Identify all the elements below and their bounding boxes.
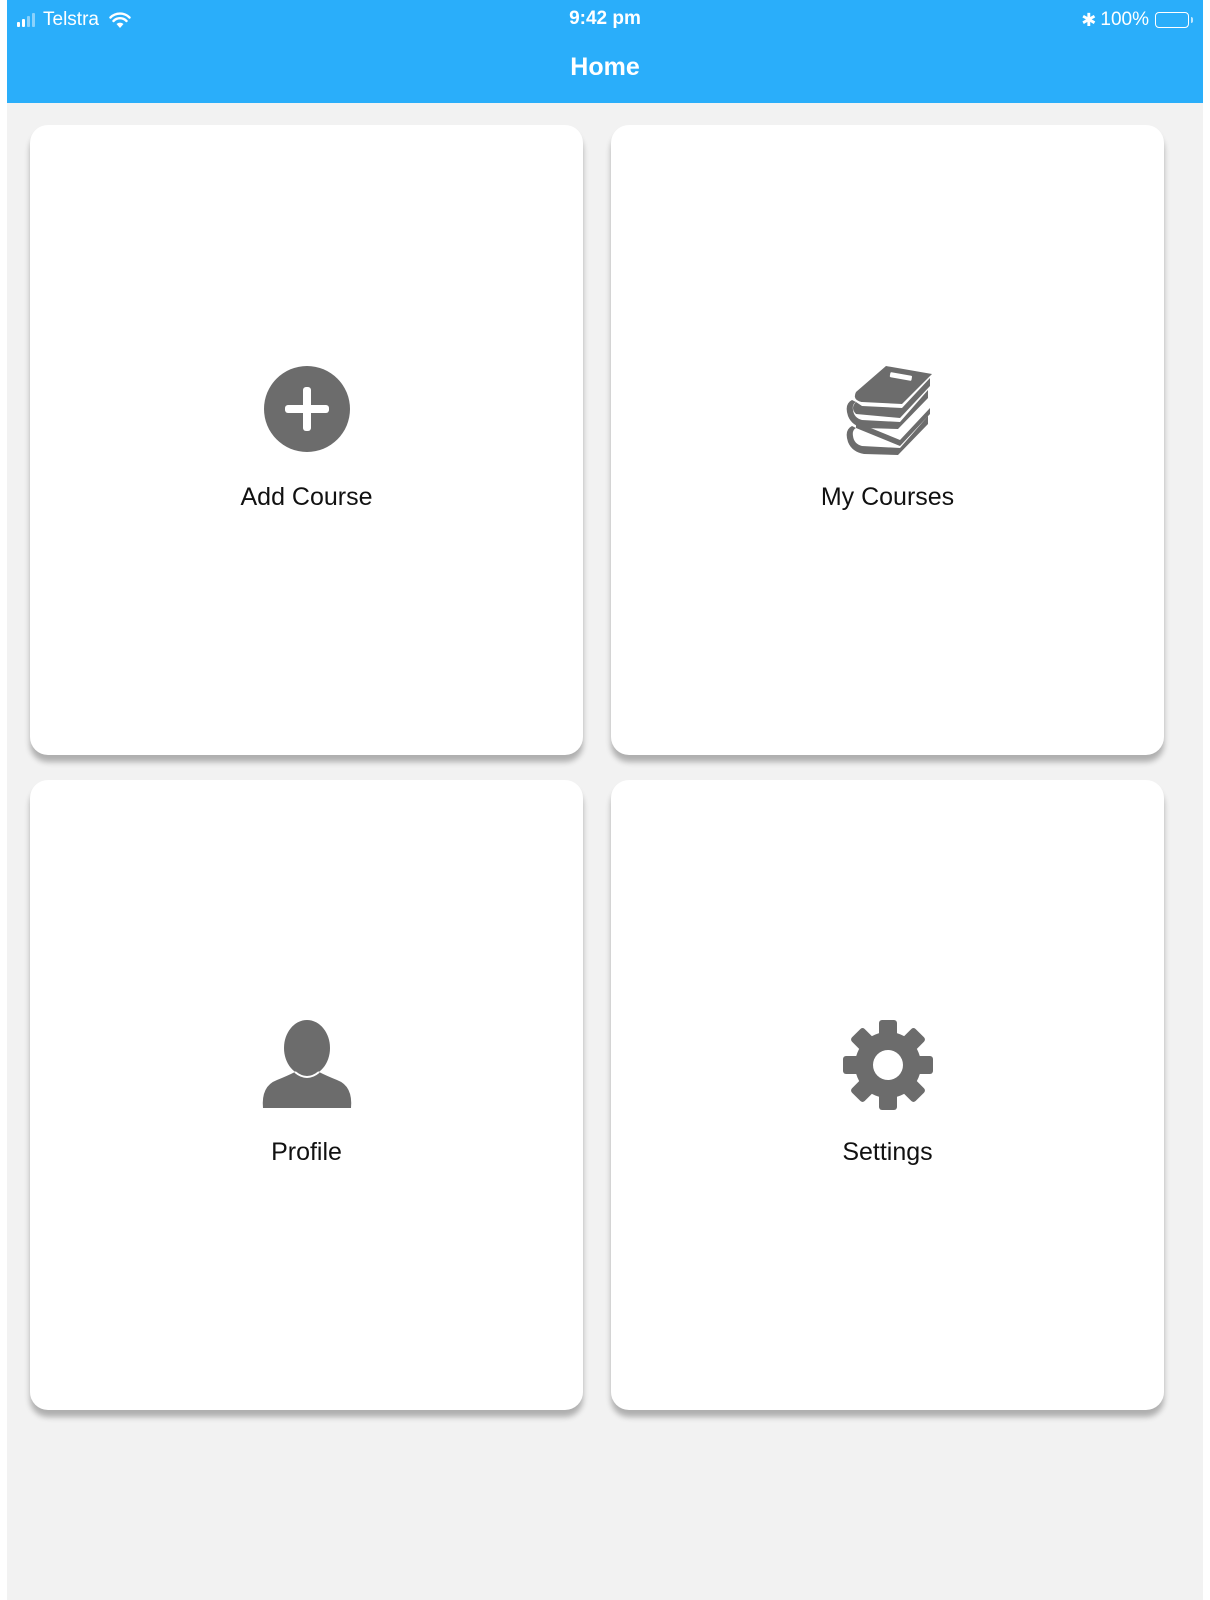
bluetooth-icon: ✱ <box>1081 9 1097 30</box>
status-right: ✱ 100% <box>1081 8 1193 32</box>
settings-tile[interactable]: Settings <box>611 780 1164 1410</box>
screen: Telstra 9:42 pm ✱ 100% Home Add Course M… <box>7 0 1203 1600</box>
battery-percent: 100% <box>1100 9 1149 30</box>
my-courses-tile[interactable]: My Courses <box>611 125 1164 755</box>
books-icon <box>846 366 932 455</box>
status-time: 9:42 pm <box>569 8 641 29</box>
profile-tile[interactable]: Profile <box>30 780 583 1410</box>
gear-icon <box>842 1020 933 1110</box>
top-bar: Telstra 9:42 pm ✱ 100% Home <box>7 0 1203 103</box>
add-course-label: Add Course <box>240 483 373 511</box>
my-courses-label: My Courses <box>820 483 955 511</box>
page-title: Home <box>570 53 640 81</box>
add-circle-icon <box>263 366 350 452</box>
battery-icon <box>1155 12 1193 28</box>
profile-label: Profile <box>271 1138 342 1166</box>
add-course-tile[interactable]: Add Course <box>30 125 583 755</box>
settings-label: Settings <box>842 1138 933 1166</box>
user-icon <box>262 1020 351 1108</box>
